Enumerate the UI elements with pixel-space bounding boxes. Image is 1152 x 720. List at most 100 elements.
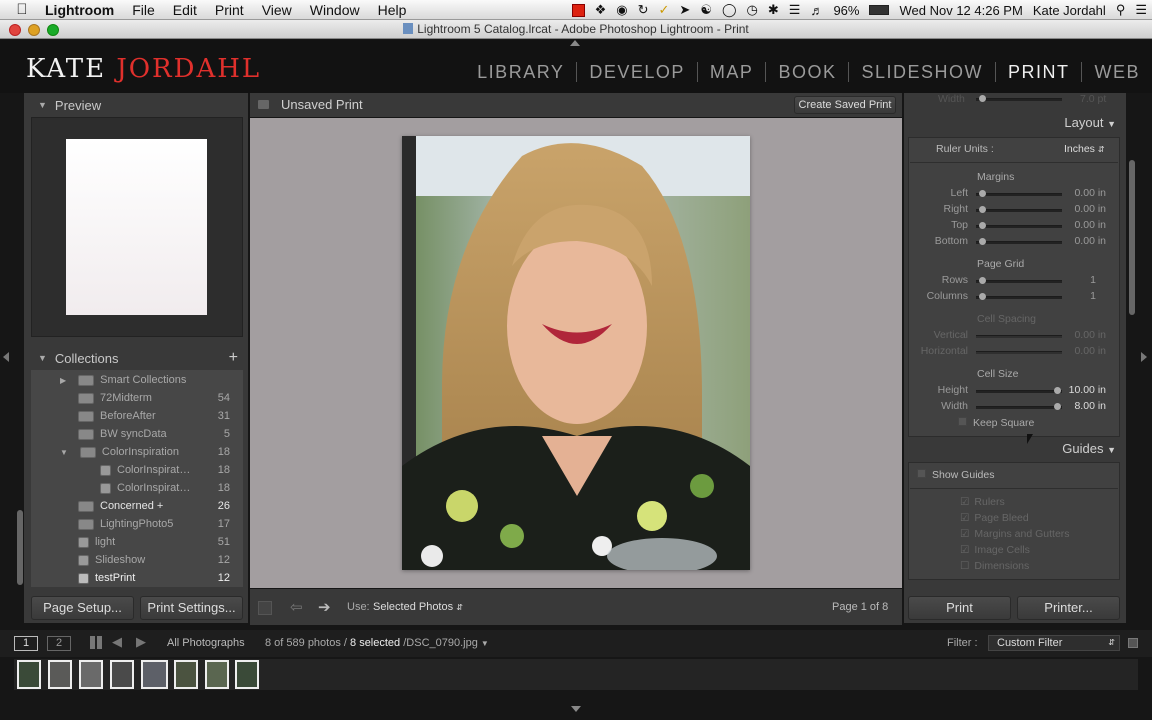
vertical-spacing-slider[interactable]	[976, 335, 1062, 338]
slider-thumb[interactable]	[979, 222, 986, 229]
guide-page-bleed[interactable]: ☑ Page Bleed	[960, 512, 1029, 526]
menu-print[interactable]: Print	[206, 0, 253, 20]
filter-lock-icon[interactable]	[1128, 638, 1138, 648]
collection-row[interactable]: ▶ Smart Collections	[60, 371, 270, 389]
slider-thumb[interactable]	[979, 277, 986, 284]
wifi-icon[interactable]: ☰	[789, 2, 801, 18]
collections-scrollbar[interactable]	[17, 510, 23, 585]
collapse-triangle-icon[interactable]: ▼	[38, 100, 47, 110]
filmstrip-thumbnail[interactable]	[79, 660, 103, 689]
user-name[interactable]: Kate Jordahl	[1033, 3, 1106, 18]
guide-margins[interactable]: ☑ Margins and Gutters	[960, 528, 1070, 542]
print-page[interactable]	[402, 136, 750, 570]
collapse-triangle-icon[interactable]: ▼	[1107, 445, 1116, 455]
filmstrip-thumbnail[interactable]	[110, 660, 134, 689]
menu-help[interactable]: Help	[369, 0, 416, 20]
collection-row[interactable]: 72Midterm 54	[78, 389, 230, 407]
use-select[interactable]: Selected Photos ⇵	[373, 601, 463, 613]
rows-slider[interactable]	[976, 277, 1062, 284]
minimize-button[interactable]	[28, 24, 40, 36]
collection-row[interactable]: Concerned + 26	[78, 497, 230, 515]
zoom-button[interactable]	[47, 24, 59, 36]
record-icon[interactable]	[571, 3, 585, 17]
vertical-spacing-value[interactable]: 0.00 in	[1068, 329, 1106, 343]
right-panel-toggle[interactable]	[1141, 352, 1147, 362]
checkbox-checked-icon[interactable]: ☑	[960, 496, 969, 508]
print-button[interactable]: Print	[908, 596, 1011, 620]
columns-value[interactable]: 1	[1068, 290, 1096, 304]
spotlight-icon[interactable]: ⚲	[1116, 2, 1126, 18]
time-machine-icon[interactable]: ◷	[747, 2, 758, 18]
forward-arrow-icon[interactable]: ▶	[136, 634, 146, 650]
checkbox-icon[interactable]: ☐	[960, 560, 969, 572]
evernote-icon[interactable]: ◉	[616, 2, 627, 18]
window-tab-1[interactable]: 1	[14, 636, 38, 651]
collapse-triangle-icon[interactable]: ▼	[38, 353, 47, 363]
margin-top-value[interactable]: 0.00 in	[1068, 219, 1106, 233]
collection-row[interactable]: ColorInspirat… 18	[100, 479, 230, 497]
guide-rulers[interactable]: ☑ Rulers	[960, 496, 1005, 510]
module-library[interactable]: Library	[465, 62, 578, 82]
horizontal-spacing-value[interactable]: 0.00 in	[1068, 345, 1106, 359]
photo-count[interactable]: 8 of 589 photos / 8 selected /DSC_0790.j…	[265, 637, 489, 649]
volume-icon[interactable]: ♬	[810, 3, 823, 18]
collection-row[interactable]: BW syncData 5	[78, 425, 230, 443]
slider-thumb[interactable]	[979, 206, 986, 213]
collection-row[interactable]: light 51	[78, 533, 230, 551]
bottom-panel-toggle[interactable]	[571, 706, 581, 712]
forward-icon[interactable]: ➤	[679, 2, 690, 18]
cell-width-value[interactable]: 8.00 in	[1064, 400, 1106, 414]
grid-view-icon[interactable]	[90, 636, 103, 649]
expand-triangle-icon[interactable]: ▶	[60, 376, 66, 385]
horizontal-spacing-slider[interactable]	[976, 351, 1062, 354]
next-page-arrow-icon[interactable]: ➔	[318, 598, 331, 616]
module-web[interactable]: Web	[1082, 62, 1152, 82]
module-print[interactable]: Print	[996, 62, 1083, 82]
guide-dimensions[interactable]: ☐ Dimensions	[960, 560, 1029, 574]
menu-app[interactable]: Lightroom	[36, 0, 123, 20]
margin-top-slider[interactable]	[976, 222, 1062, 229]
filmstrip-thumbnail[interactable]	[174, 660, 198, 689]
menu-window[interactable]: Window	[301, 0, 369, 20]
filmstrip-thumbnail[interactable]	[235, 660, 259, 689]
checkbox-checked-icon[interactable]: ☑	[960, 544, 969, 556]
filmstrip-thumbnail[interactable]	[141, 660, 168, 689]
margin-bottom-slider[interactable]	[976, 238, 1062, 245]
right-scrollbar[interactable]	[1129, 160, 1135, 315]
checkbox-icon[interactable]	[958, 417, 967, 426]
create-saved-print-button[interactable]: Create Saved Print	[794, 96, 896, 114]
margin-left-slider[interactable]	[976, 190, 1062, 197]
slider-thumb[interactable]	[1054, 403, 1061, 410]
menu-view[interactable]: View	[253, 0, 301, 20]
sync-icon[interactable]: ↻	[638, 2, 649, 18]
first-page-arrow-icon[interactable]: ⇦	[290, 598, 303, 616]
notification-icon[interactable]: ☰	[1135, 2, 1147, 18]
collection-row[interactable]: Slideshow 12	[78, 551, 230, 569]
slider-thumb[interactable]	[979, 238, 986, 245]
clock[interactable]: Wed Nov 12 4:26 PM	[899, 3, 1022, 18]
collection-row[interactable]: ▼ ColorInspiration 18	[60, 443, 230, 461]
collection-row[interactable]: BeforeAfter 31	[78, 407, 230, 425]
top-panel-toggle[interactable]	[570, 40, 580, 46]
module-develop[interactable]: Develop	[577, 62, 698, 82]
dropbox-icon[interactable]: ❖	[595, 2, 607, 18]
expand-triangle-icon[interactable]: ▼	[60, 448, 68, 457]
menu-edit[interactable]: Edit	[164, 0, 206, 20]
margin-bottom-value[interactable]: 0.00 in	[1068, 235, 1106, 249]
filmstrip-thumbnail[interactable]	[17, 660, 41, 689]
guides-header[interactable]: Guides ▼	[908, 441, 1120, 461]
filmstrip-thumbnail[interactable]	[205, 660, 229, 689]
collections-header[interactable]: ▼ Collections +	[30, 347, 244, 369]
checkbox-icon[interactable]	[917, 469, 926, 478]
cell-width-slider[interactable]	[976, 403, 1062, 410]
slider-thumb[interactable]	[979, 95, 986, 102]
printer-button[interactable]: Printer...	[1017, 596, 1120, 620]
cell-height-slider[interactable]	[976, 387, 1062, 394]
columns-slider[interactable]	[976, 293, 1062, 300]
check-icon[interactable]: ✓	[659, 2, 670, 18]
filter-select[interactable]: Custom Filter ⇵	[988, 635, 1120, 651]
chat-icon[interactable]: ◯	[722, 2, 737, 18]
top-width-slider[interactable]	[976, 95, 1062, 102]
page-setup-button[interactable]: Page Setup...	[31, 596, 134, 620]
accessibility-icon[interactable]: ☯	[700, 2, 712, 18]
